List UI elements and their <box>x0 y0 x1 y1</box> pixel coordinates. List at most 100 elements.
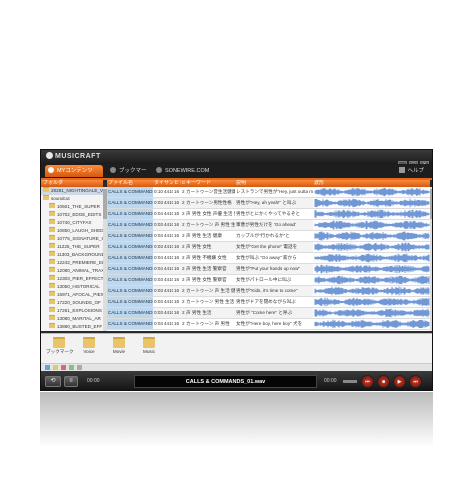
column-header[interactable]: ファイル名 <box>107 180 153 187</box>
settings-icon[interactable] <box>77 365 82 370</box>
table-cell: 16 <box>174 266 180 271</box>
volume-slider[interactable] <box>343 380 357 383</box>
column-header[interactable]: サンプル <box>163 180 173 187</box>
table-row[interactable]: CALLS & COMMANDS_130:0344100162カートゥーン 声 … <box>107 319 430 330</box>
folder-icon <box>49 283 55 288</box>
tree-item[interactable]: 12080_ANIMAL_TRAX <box>41 267 103 275</box>
tree-item[interactable]: 11303_BACKGROUND <box>41 251 103 259</box>
refresh-icon[interactable] <box>69 365 74 370</box>
table-cell: CALLS & COMMANDS_07 <box>107 253 153 263</box>
tree-item-label: 11303_BACKGROUND <box>57 252 103 257</box>
folder-icon <box>143 337 155 348</box>
table-cell: 44100 <box>164 233 173 238</box>
folder-icon <box>49 315 55 320</box>
mode-button[interactable]: ≡ <box>64 376 78 387</box>
table-row[interactable]: CALLS & COMMANDS_090:0344100162声 男性 女性 警… <box>107 275 430 286</box>
waveform-preview[interactable] <box>313 297 430 307</box>
table-cell: 女性が"Get the phone" 電話を <box>236 244 298 249</box>
table-cell: カートゥーン 声 生活 健康 <box>186 288 235 293</box>
table-row[interactable]: CALLS & COMMANDS_030:0444100162声 男性 女性 声… <box>107 209 430 220</box>
folder-toolbar <box>41 363 432 371</box>
column-header[interactable]: 波形 <box>313 180 430 187</box>
column-header[interactable]: キーワード <box>185 180 235 187</box>
table-row[interactable]: CALLS & COMMANDS_010:1044100162カートゥーン音生活… <box>107 187 430 198</box>
waveform-preview[interactable] <box>313 198 430 208</box>
table-cell: 16 <box>174 244 180 249</box>
column-header[interactable]: 説明 <box>235 180 313 187</box>
waveform-preview[interactable] <box>313 187 430 197</box>
table-cell: CALLS & COMMANDS_01 <box>107 187 153 197</box>
tree-item[interactable]: soundcut <box>41 195 103 203</box>
waveform-preview[interactable] <box>313 209 430 219</box>
tree-item[interactable]: 10740_CITYFAX <box>41 219 103 227</box>
repeat-icon: ⟲ <box>50 378 56 384</box>
view-icon[interactable] <box>45 365 50 370</box>
waveform-preview[interactable] <box>313 231 430 241</box>
tree-item[interactable]: 13080_MARITAL_AR <box>41 315 103 323</box>
table-scrollbar[interactable] <box>430 187 432 331</box>
tree-item[interactable]: 10775_SIGNATURE_SE <box>41 235 103 243</box>
tree-item[interactable]: 10850_LAUGH_SHED <box>41 227 103 235</box>
tab-my-contents[interactable]: MYコンテンツ <box>45 165 103 177</box>
next-button[interactable]: ⏭ <box>409 375 422 388</box>
waveform-preview[interactable] <box>313 253 430 263</box>
delete-icon[interactable] <box>61 365 66 370</box>
tree-item[interactable]: 13880_BUSTED_EFF <box>41 323 103 331</box>
tab-sonewire[interactable]: SONEWIRE.COM <box>153 165 213 177</box>
waveform-preview[interactable] <box>313 275 430 285</box>
table-row[interactable]: CALLS & COMMANDS_070:0444100162声 男性 不機嫌 … <box>107 253 430 264</box>
folder-shortcut-voice[interactable]: Voice <box>76 337 102 354</box>
table-row[interactable]: CALLS & COMMANDS_110:0344100162カートゥーン 男性… <box>107 297 430 308</box>
waveform-preview[interactable] <box>313 242 430 252</box>
now-playing-title: CALLS & COMMANDS_01.wav <box>185 379 266 385</box>
waveform-preview[interactable] <box>313 286 430 296</box>
tab-bookmarks[interactable]: ブックマーク <box>107 165 149 186</box>
table-row[interactable]: CALLS & COMMANDS_060:0344100162声 男性 女性女性… <box>107 242 430 253</box>
previous-icon: ⏮ <box>365 379 370 385</box>
tree-item[interactable]: 17261_EXPLOSIONS <box>41 307 103 315</box>
table-row[interactable]: CALLS & COMMANDS_120:0344100162声 男性 生活男性… <box>107 308 430 319</box>
table-row[interactable]: CALLS & COMMANDS_080:0444100162声 男性 生活 警… <box>107 264 430 275</box>
table-cell: カートゥーン男性性格 <box>186 200 232 205</box>
table-row[interactable]: CALLS & COMMANDS_020:0344100162カートゥーン男性性… <box>107 198 430 209</box>
waveform-preview[interactable] <box>313 264 430 274</box>
tree-item[interactable]: 10501_THE_SUPER <box>41 203 103 211</box>
waveform-preview[interactable] <box>313 319 430 329</box>
table-cell: 女性がパトロール中に叫ぶ <box>236 277 292 282</box>
help-button[interactable]: ヘルプ <box>399 166 424 176</box>
table-cell: CALLS & COMMANDS_12 <box>107 308 153 318</box>
waveform-preview[interactable] <box>313 308 430 318</box>
table-row[interactable]: CALLS & COMMANDS_050:0344100162声 男性 生活 健… <box>107 231 430 242</box>
tree-item[interactable]: 10702_EDGE_EDITS <box>41 211 103 219</box>
table-cell: 16 <box>174 277 180 282</box>
tree-item[interactable]: 16971_AFOCAL_PIEX <box>41 291 103 299</box>
tree-item[interactable]: 12242_PREMIERE_EDI <box>41 259 103 267</box>
table-row[interactable]: CALLS & COMMANDS_100:0344100162カートゥーン 声 … <box>107 286 430 297</box>
list-icon: ≡ <box>69 378 73 384</box>
content-icon <box>48 167 54 173</box>
previous-button[interactable]: ⏮ <box>361 375 374 388</box>
folder-shortcut-movie[interactable]: Movie <box>106 337 132 354</box>
waveform-preview[interactable] <box>313 220 430 230</box>
folder-icon <box>113 337 125 348</box>
play-button[interactable]: ▶ <box>393 375 406 388</box>
tree-item[interactable]: 17220_SOUNDS_OF <box>41 299 103 307</box>
waveform-icon <box>314 187 430 197</box>
tree-item-label: 10775_SIGNATURE_SE <box>57 236 103 241</box>
table-scroll-thumb[interactable] <box>430 189 432 219</box>
tree-item[interactable]: 11225_THE_SUPER <box>41 243 103 251</box>
tree-item[interactable]: 28281_NIGHTINGALE_V1 <box>41 187 103 195</box>
table-cell: 16 <box>174 233 180 238</box>
new-folder-icon[interactable] <box>53 365 58 370</box>
tree-item[interactable]: 12303_PIER_EFFECTS <box>41 275 103 283</box>
column-header[interactable]: タイム <box>153 180 163 187</box>
repeat-button[interactable]: ⟲ <box>45 376 61 387</box>
tree-item[interactable]: 13050_HISTORICAL <box>41 283 103 291</box>
table-row[interactable]: CALLS & COMMANDS_040:0344100162カートゥーン 声 … <box>107 220 430 231</box>
column-header[interactable]: ビット <box>173 180 181 187</box>
folder-shortcut-bookmark[interactable]: ブックマーク <box>46 337 74 355</box>
folder-shortcut-music[interactable]: Music <box>136 337 162 354</box>
table-cell: 44100 <box>164 310 173 315</box>
table-cell: 44100 <box>164 266 173 271</box>
stop-button[interactable]: ■ <box>377 375 390 388</box>
